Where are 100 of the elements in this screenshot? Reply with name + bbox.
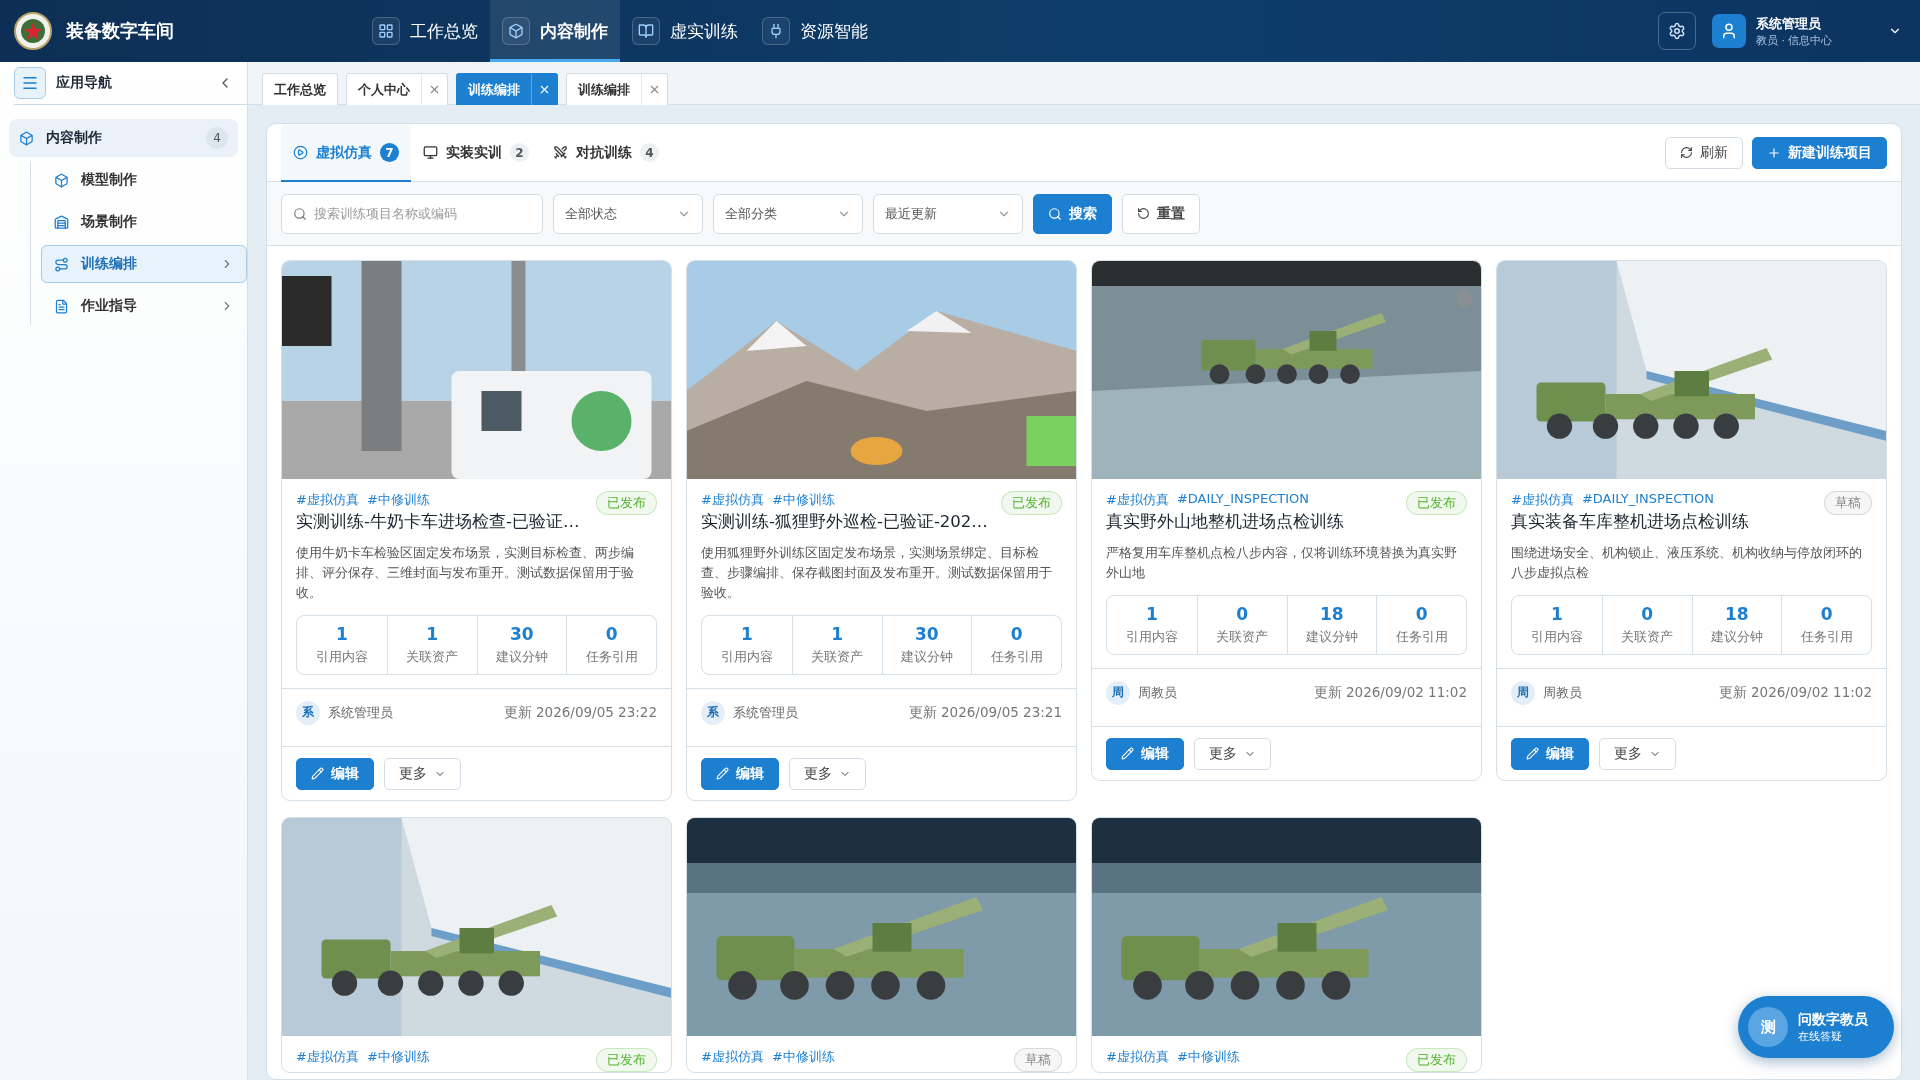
updated-time: 更新 2026/09/02 11:02 xyxy=(1718,683,1872,702)
tag-link[interactable]: #虚拟仿真 xyxy=(1106,491,1169,509)
category-tab[interactable]: 虚拟仿真 7 xyxy=(281,125,411,182)
stat-label: 任务引用 xyxy=(585,648,638,666)
sidebar-item[interactable]: 场景制作 xyxy=(41,203,247,241)
menu-button[interactable] xyxy=(14,67,46,99)
edit-button[interactable]: 编辑 xyxy=(1511,737,1589,770)
stat-label: 关联资产 xyxy=(406,648,459,666)
tag-link[interactable]: #虚拟仿真 xyxy=(296,1048,359,1066)
assistant-button[interactable]: 测 问数字教员 在线答疑 xyxy=(1738,996,1894,1058)
tag-link[interactable]: #虚拟仿真 xyxy=(1106,1048,1169,1066)
user-avatar[interactable] xyxy=(1712,14,1746,48)
search-field[interactable]: 搜索训练项目名称或编码 xyxy=(281,193,543,234)
training-card[interactable]: #虚拟仿真 #DAILY_INSPECTION 已发布 真实野外山地整机进场点检训练 严格复用车库整机点检八步内容，仅将训练环境替换为真实野外山地 1 引用内容 0 关联资产 18 建议分钟 0 任务引用 周 周教员 更新 2026/09/02 11:02 编辑 更多 xyxy=(1091,260,1482,781)
nav-tab[interactable]: 资源智能 xyxy=(750,0,880,62)
more-button[interactable]: 更多 xyxy=(789,757,866,790)
tag-link[interactable]: #DAILY_INSPECTION xyxy=(1581,491,1714,506)
updated-time: 更新 2026/09/02 11:02 xyxy=(1313,683,1467,702)
filter-dropdown[interactable]: 全部分类 xyxy=(713,193,863,234)
training-card[interactable]: #虚拟仿真 #中修训练 草稿 xyxy=(686,817,1077,1073)
search-icon xyxy=(1048,206,1062,221)
edit-button[interactable]: 编辑 xyxy=(1106,737,1184,770)
author-avatar: 系 xyxy=(296,700,320,725)
more-button[interactable]: 更多 xyxy=(1194,737,1271,770)
tag-link[interactable]: #中修训练 xyxy=(771,1048,835,1066)
training-card[interactable]: #虚拟仿真 #中修训练 已发布 xyxy=(1091,817,1482,1073)
tag-link[interactable]: #虚拟仿真 xyxy=(701,491,764,509)
stat-label: 建议分钟 xyxy=(495,648,548,666)
training-card[interactable]: #虚拟仿真 #中修训练 已发布 xyxy=(281,817,672,1073)
create-button[interactable]: 新建训练项目 xyxy=(1752,136,1887,169)
training-card[interactable]: #虚拟仿真 #中修训练 已发布 实测训练-狐狸野外巡检-已验证-202… 使用狐狸野外训练区固定发布场景，实测场景绑定、目标检查、步骤编排、保存截图封面及发布重开。测试数据保留用于验收。 1 引用内容 1 关联资产 30 建议分钟 0 任务引用 系 系统管理员 更新 2026/09/05 23:21 编辑 更多 xyxy=(686,260,1077,801)
sidebar-item[interactable]: 训练编排 xyxy=(41,245,247,283)
edit-button[interactable]: 编辑 xyxy=(296,757,374,790)
category-tab[interactable]: 对抗训练 4 xyxy=(541,125,671,182)
sidebar-item[interactable]: 作业指导 xyxy=(41,287,247,325)
settings-button[interactable] xyxy=(1658,12,1696,50)
search-icon xyxy=(293,206,307,221)
status-badge: 已发布 xyxy=(1406,491,1467,515)
status-badge: 已发布 xyxy=(1406,1048,1467,1072)
refresh-button[interactable]: 刷新 xyxy=(1665,136,1743,169)
close-icon xyxy=(428,83,441,96)
tag-link[interactable]: #虚拟仿真 xyxy=(701,1048,764,1066)
stat-label: 关联资产 xyxy=(1621,628,1674,646)
stat-label: 任务引用 xyxy=(990,648,1043,666)
user-name: 系统管理员 xyxy=(1756,14,1822,33)
filter-dropdown[interactable]: 全部状态 xyxy=(553,193,703,234)
card-title: 实测训练-牛奶卡车进场检查-已验证… xyxy=(296,511,581,533)
tag-link[interactable]: #中修训练 xyxy=(366,1048,430,1066)
nav-tab[interactable]: 工作总览 xyxy=(360,0,490,62)
author-name: 周教员 xyxy=(1138,683,1178,702)
stat-value: 1 xyxy=(335,624,348,644)
tag-link[interactable]: #中修训练 xyxy=(1176,1048,1240,1066)
category-tab[interactable]: 实装实训 2 xyxy=(411,125,541,182)
training-card[interactable]: #虚拟仿真 #中修训练 已发布 实测训练-牛奶卡车进场检查-已验证… 使用牛奶卡车检验区固定发布场景，实测目标检查、两步编排、评分保存、三维封面与发布重开。测试数据保留用于验收。 1 引用内容 1 关联资产 30 建议分钟 0 任务引用 系 系统管理员 更新 2026/09/05 23:22 编辑 更多 xyxy=(281,260,672,801)
filter-dropdown[interactable]: 最近更新 xyxy=(873,193,1023,234)
card-description: 使用狐狸野外训练区固定发布场景，实测场景绑定、目标检查、步骤编排、保存截图封面及发布重开。测试数据保留用于验收。 xyxy=(701,544,1053,602)
card-title: 真实装备车库整机进场点检训练 xyxy=(1511,511,1750,533)
stat-value: 1 xyxy=(1145,604,1158,624)
swords-icon xyxy=(553,145,568,160)
card-title: 真实野外山地整机进场点检训练 xyxy=(1106,511,1345,533)
page-tab[interactable]: 工作总览 xyxy=(262,73,338,105)
cube-icon xyxy=(54,172,69,188)
search-button[interactable]: 搜索 xyxy=(1033,193,1112,234)
page-tab[interactable]: 训练编排 xyxy=(456,73,558,105)
stat-label: 引用内容 xyxy=(720,648,773,666)
stat-value: 0 xyxy=(605,624,618,644)
tag-link[interactable]: #虚拟仿真 xyxy=(1511,491,1574,509)
refresh-icon xyxy=(1680,146,1693,159)
tag-link[interactable]: #虚拟仿真 xyxy=(296,491,359,509)
status-badge: 已发布 xyxy=(1001,491,1062,515)
stat-label: 关联资产 xyxy=(811,648,864,666)
card-description: 使用牛奶卡车检验区固定发布场景，实测目标检查、两步编排、评分保存、三维封面与发布重开。测试数据保留用于验收。 xyxy=(296,544,635,602)
stat-label: 任务引用 xyxy=(1395,628,1448,646)
tag-link[interactable]: #DAILY_INSPECTION xyxy=(1176,491,1309,506)
page-tab[interactable]: 训练编排 xyxy=(566,73,668,105)
page-tab[interactable]: 个人中心 xyxy=(346,73,448,105)
training-card[interactable]: #虚拟仿真 #DAILY_INSPECTION 草稿 真实装备车库整机进场点检训练 围绕进场安全、机构锁止、液压系统、机构收纳与停放闭环的八步虚拟点检 1 引用内容 0 关联资产 18 建议分钟 0 任务引用 周 周教员 更新 2026/09/02 11:02 编辑 更多 xyxy=(1496,260,1887,781)
stat-value: 18 xyxy=(1725,604,1749,624)
user-icon xyxy=(1720,22,1738,40)
stat-label: 建议分钟 xyxy=(1710,628,1763,646)
author-name: 系统管理员 xyxy=(328,703,394,722)
nav-tab[interactable]: 内容制作 xyxy=(490,0,620,62)
edit-button[interactable]: 编辑 xyxy=(701,757,779,790)
more-button[interactable]: 更多 xyxy=(384,757,461,790)
more-button[interactable]: 更多 xyxy=(1599,737,1676,770)
document-icon xyxy=(54,298,69,314)
stat-label: 建议分钟 xyxy=(900,648,953,666)
author-avatar: 周 xyxy=(1106,680,1130,705)
stat-value: 0 xyxy=(1820,604,1833,624)
sidebar-group[interactable]: 内容制作 4 xyxy=(9,119,238,157)
sidebar-item[interactable]: 模型制作 xyxy=(41,161,247,199)
count-badge: 4 xyxy=(640,143,659,162)
tag-link[interactable]: #中修训练 xyxy=(366,491,430,509)
close-icon xyxy=(538,83,551,96)
author-name: 系统管理员 xyxy=(733,703,799,722)
stat-value: 0 xyxy=(1236,604,1249,624)
reset-button[interactable]: 重置 xyxy=(1122,193,1200,234)
tag-link[interactable]: #中修训练 xyxy=(771,491,835,509)
author-avatar: 系 xyxy=(701,700,725,725)
nav-tab[interactable]: 虚实训练 xyxy=(620,0,750,62)
